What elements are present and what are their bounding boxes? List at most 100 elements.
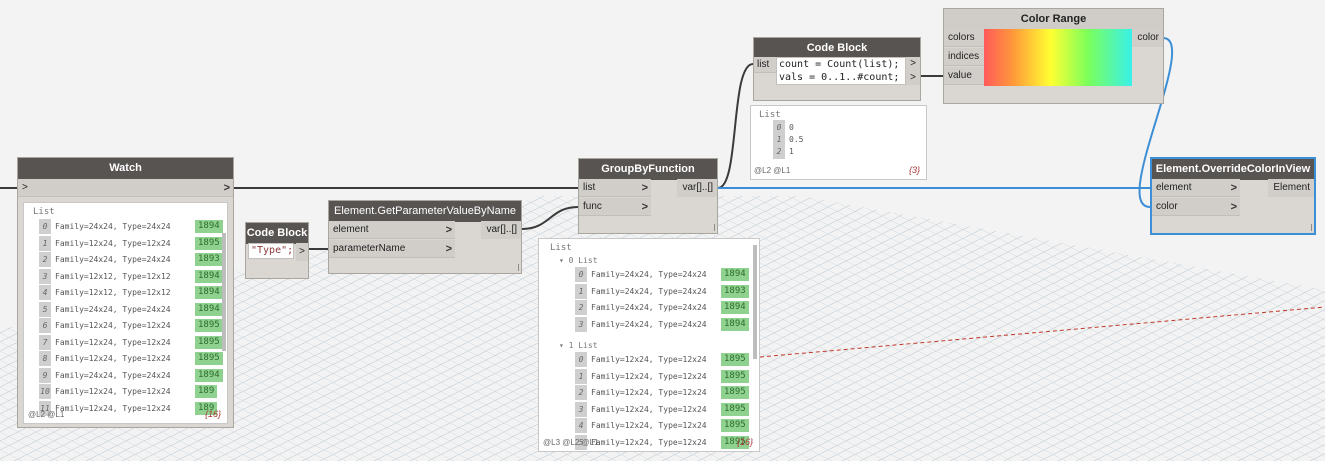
watch-count: {16} xyxy=(204,409,221,419)
group-by-input-list-label: list xyxy=(583,182,596,193)
list-item-text: 0.5 xyxy=(789,135,804,144)
list-item-index: 1 xyxy=(575,283,587,299)
list-item: 2 Family=24x24, Type=24x24 1894 xyxy=(575,300,749,315)
list-item-index: 3 xyxy=(575,316,587,332)
list-item: 1 Family=12x24, Type=12x24 1895 xyxy=(575,368,749,384)
override-input-element[interactable]: element > xyxy=(1152,179,1240,197)
watch-scrollbar[interactable] xyxy=(222,233,226,351)
code-block-count-levels: @L2 @L1 xyxy=(754,166,791,175)
color-range-node[interactable]: Color Range colors indices value color xyxy=(943,8,1164,104)
group-by-output[interactable]: var[]..[] xyxy=(677,179,717,197)
watch-out-arrow[interactable]: > xyxy=(224,179,230,197)
group-by-input-list[interactable]: list > xyxy=(579,179,651,197)
list-item-index: 2 xyxy=(575,385,587,400)
code-block-type-title: Code Block xyxy=(246,223,308,244)
watch-node[interactable]: Watch > > List 0 Family=24x24, Type=24x24… xyxy=(17,157,234,428)
group-by-input-func[interactable]: func > xyxy=(579,198,651,216)
color-range-input-colors[interactable]: colors xyxy=(944,29,984,47)
code-block-count-out-2[interactable]: > xyxy=(906,71,920,85)
watch-preview[interactable]: List 0 Family=24x24, Type=24x24 1894 1 Famil… xyxy=(23,202,228,424)
watch-levels: @L2 @L1 xyxy=(28,410,65,419)
list-item-text: Family=12x24, Type=12x24 xyxy=(591,371,707,381)
list-item: 3 Family=24x24, Type=24x24 1894 xyxy=(575,316,749,332)
color-range-input-value[interactable]: value xyxy=(944,67,984,85)
group-header[interactable]: ▾ 1 List xyxy=(559,338,598,353)
list-item: 3 Family=12x24, Type=12x24 1895 xyxy=(575,401,749,417)
group-header[interactable]: ▾ 0 List xyxy=(559,253,598,268)
override-output[interactable]: Element xyxy=(1268,179,1314,197)
group-by-count: {16} xyxy=(736,437,753,447)
code-line-1: count = Count(list); xyxy=(779,59,900,70)
list-item-value: 1895 xyxy=(721,402,749,416)
list-item: 21 xyxy=(773,144,794,159)
list-item: 2 Family=12x24, Type=12x24 1895 xyxy=(575,385,749,400)
color-range-input-indices[interactable]: indices xyxy=(944,48,984,66)
code-block-count-editor[interactable]: count = Count(list); vals = 0..1..#count… xyxy=(776,57,906,85)
list-item-index: 0 xyxy=(575,352,587,367)
list-item-index: 10 xyxy=(39,384,51,399)
get-param-title: Element.GetParameterValueByName xyxy=(329,201,521,222)
list-item-value: 1895 xyxy=(195,335,223,349)
get-param-input-parametername[interactable]: parameterName > xyxy=(329,240,455,258)
code-block-count-list-label: List xyxy=(759,110,781,120)
group-by-scrollbar[interactable] xyxy=(753,245,757,359)
override-input-color[interactable]: color > xyxy=(1152,198,1240,216)
code-block-count-preview[interactable]: List 0 0 1 0.5 2 1 @L2 @L1 {3} xyxy=(750,105,927,180)
list-item-value: 1894 xyxy=(195,286,223,299)
list-item: 3 Family=12x12, Type=12x12 1894 xyxy=(39,268,223,284)
override-resize-handle[interactable] xyxy=(1307,224,1312,231)
override-color-node[interactable]: Element.OverrideColorInView element > col… xyxy=(1150,157,1316,235)
list-item-value: 1894 xyxy=(195,302,223,316)
group-by-preview[interactable]: List ▾ 0 List 0 Family=24x24, Type=24x24 18… xyxy=(538,238,760,452)
list-item-value: 1894 xyxy=(721,317,749,331)
get-param-output[interactable]: var[]..[] xyxy=(481,221,521,239)
list-item-value: 1895 xyxy=(721,369,749,383)
watch-in-arrow[interactable]: > xyxy=(22,182,28,193)
code-block-type-out[interactable]: > xyxy=(296,243,308,261)
list-item-index: 5 xyxy=(39,301,51,317)
code-block-count-out-1[interactable]: > xyxy=(906,57,920,71)
list-item-text: Family=12x24, Type=12x24 xyxy=(591,421,707,430)
list-item-text: 0 xyxy=(789,123,794,132)
list-item-index: 0 xyxy=(39,219,51,234)
list-item-index: 4 xyxy=(39,285,51,300)
get-param-node[interactable]: Element.GetParameterValueByName element >… xyxy=(328,200,522,274)
color-range-title: Color Range xyxy=(944,9,1163,30)
code-block-type-node[interactable]: Code Block "Type"; > xyxy=(245,222,309,279)
code-block-count-input[interactable]: list xyxy=(754,57,776,73)
list-item: 10 Family=12x24, Type=12x24 189 xyxy=(39,384,218,399)
watch-node-title: Watch xyxy=(18,158,233,179)
list-item-value: 1895 xyxy=(721,353,749,366)
list-item-index: 8 xyxy=(39,351,51,366)
group-by-levels: @L3 @L2 @L1 xyxy=(543,438,599,447)
code-block-count-node[interactable]: Code Block list count = Count(list); val… xyxy=(753,37,921,101)
code-block-type-editor[interactable]: "Type"; xyxy=(248,243,294,259)
group-by-resize-handle[interactable] xyxy=(710,224,715,231)
list-item-text: Family=12x24, Type=12x24 xyxy=(55,321,171,330)
list-item-index: 1 xyxy=(39,235,51,251)
watch-list-label: List xyxy=(33,207,55,217)
list-item-text: Family=12x24, Type=12x24 xyxy=(591,404,707,414)
list-item: 2 Family=24x24, Type=24x24 1893 xyxy=(39,252,223,267)
list-item-index: 1 xyxy=(575,368,587,384)
watch-port-row[interactable]: > > xyxy=(18,179,233,197)
list-item: 4 Family=12x24, Type=12x24 1895 xyxy=(575,418,749,433)
code-line-2: vals = 0..1..#count; xyxy=(779,72,900,83)
list-item-text: Family=12x24, Type=12x24 xyxy=(55,238,171,248)
list-item-text: Family=12x24, Type=12x24 xyxy=(591,355,707,364)
list-item-value: 1893 xyxy=(721,284,749,298)
list-item-value: 1895 xyxy=(195,236,223,250)
list-item-value: 189 xyxy=(195,385,218,398)
list-item-value: 1893 xyxy=(195,253,223,266)
group-by-node[interactable]: GroupByFunction list > func > var[]..[] xyxy=(578,158,718,234)
get-param-input-element[interactable]: element > xyxy=(329,221,455,239)
list-item: 9 Family=24x24, Type=24x24 1894 xyxy=(39,367,223,383)
list-item-text: Family=12x24, Type=12x24 xyxy=(55,337,171,347)
code-block-count-count: {3} xyxy=(908,165,920,175)
get-param-resize-handle[interactable] xyxy=(514,264,519,271)
list-item-index: 4 xyxy=(575,418,587,433)
list-item-text: Family=24x24, Type=24x24 xyxy=(55,304,171,314)
list-item-value: 1894 xyxy=(721,268,749,281)
color-range-output[interactable]: color xyxy=(1132,29,1163,47)
group-by-input-func-label: func xyxy=(583,201,602,212)
